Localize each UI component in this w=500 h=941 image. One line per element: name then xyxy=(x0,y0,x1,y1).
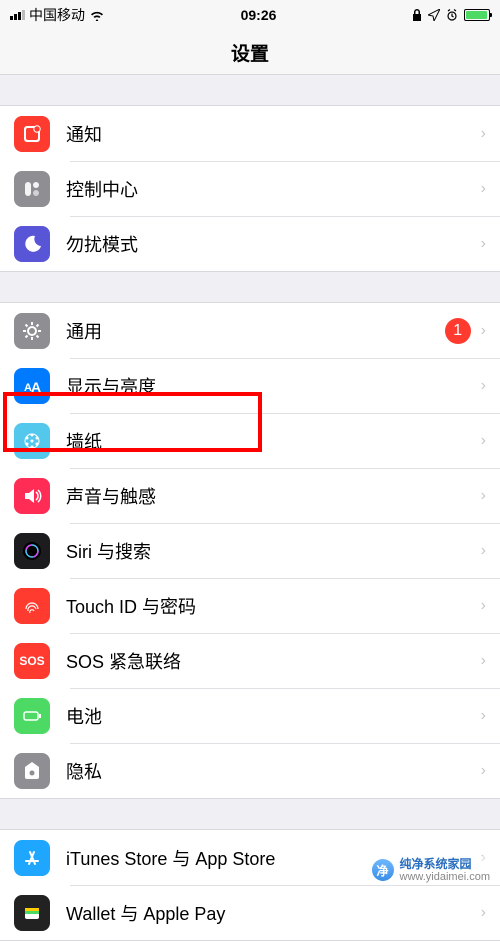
row-wallpaper[interactable]: 墙纸 › xyxy=(0,413,500,468)
privacy-icon xyxy=(14,753,50,789)
settings-group-1: 通知 › 控制中心 › 勿扰模式 › xyxy=(0,105,500,272)
status-time: 09:26 xyxy=(241,7,277,23)
chevron-right-icon: › xyxy=(481,487,486,505)
watermark-title: 纯净系统家园 xyxy=(400,858,490,871)
page-title: 设置 xyxy=(0,30,500,75)
location-icon xyxy=(428,9,440,21)
watermark-url: www.yidaimei.com xyxy=(400,871,490,883)
chevron-right-icon: › xyxy=(481,542,486,560)
battery-icon xyxy=(464,9,490,21)
chevron-right-icon: › xyxy=(481,322,486,340)
row-battery[interactable]: 电池 › xyxy=(0,688,500,743)
appstore-icon xyxy=(14,840,50,876)
row-general[interactable]: 通用 1 › xyxy=(0,303,500,358)
row-label: 隐私 xyxy=(66,758,481,784)
siri-icon xyxy=(14,533,50,569)
row-sos[interactable]: SOS SOS 紧急联络 › xyxy=(0,633,500,688)
touchid-icon xyxy=(14,588,50,624)
chevron-right-icon: › xyxy=(481,762,486,780)
chevron-right-icon: › xyxy=(481,432,486,450)
row-notifications[interactable]: 通知 › xyxy=(0,106,500,161)
row-dnd[interactable]: 勿扰模式 › xyxy=(0,216,500,271)
settings-group-3: iTunes Store 与 App Store › Wallet 与 Appl… xyxy=(0,829,500,941)
row-label: SOS 紧急联络 xyxy=(66,648,481,674)
row-sound[interactable]: 声音与触感 › xyxy=(0,468,500,523)
row-label: Siri 与搜索 xyxy=(66,538,481,564)
row-label: 控制中心 xyxy=(66,176,481,202)
wallet-icon xyxy=(14,895,50,931)
row-privacy[interactable]: 隐私 › xyxy=(0,743,500,798)
watermark: 净 纯净系统家园 www.yidaimei.com xyxy=(368,856,494,885)
row-control-center[interactable]: 控制中心 › xyxy=(0,161,500,216)
chevron-right-icon: › xyxy=(481,125,486,143)
chevron-right-icon: › xyxy=(481,180,486,198)
row-label: Touch ID 与密码 xyxy=(66,593,481,619)
row-label: 勿扰模式 xyxy=(66,231,481,257)
row-label: 通用 xyxy=(66,318,445,344)
display-icon: AA xyxy=(14,368,50,404)
svg-text:A: A xyxy=(31,379,41,395)
carrier-label: 中国移动 xyxy=(29,5,85,25)
chevron-right-icon: › xyxy=(481,235,486,253)
status-right xyxy=(412,9,490,21)
chevron-right-icon: › xyxy=(481,904,486,922)
row-label: 显示与亮度 xyxy=(66,373,481,399)
watermark-logo-icon: 净 xyxy=(372,859,394,881)
signal-icon xyxy=(10,10,25,20)
row-label: Wallet 与 Apple Pay xyxy=(66,900,481,926)
row-siri[interactable]: Siri 与搜索 › xyxy=(0,523,500,578)
general-icon xyxy=(14,313,50,349)
row-label: 电池 xyxy=(66,703,481,729)
row-label: 通知 xyxy=(66,121,481,147)
alarm-icon xyxy=(446,9,458,21)
row-label: 墙纸 xyxy=(66,428,481,454)
wifi-icon xyxy=(89,9,105,21)
notification-badge: 1 xyxy=(445,318,471,344)
chevron-right-icon: › xyxy=(481,707,486,725)
row-display[interactable]: AA 显示与亮度 › xyxy=(0,358,500,413)
lock-icon xyxy=(412,9,422,21)
status-left: 中国移动 xyxy=(10,5,105,25)
dnd-icon xyxy=(14,226,50,262)
wallpaper-icon xyxy=(14,423,50,459)
chevron-right-icon: › xyxy=(481,597,486,615)
settings-group-2: 通用 1 › AA 显示与亮度 › 墙纸 › 声音与触感 › Siri 与搜索 … xyxy=(0,302,500,799)
sound-icon xyxy=(14,478,50,514)
battery-settings-icon xyxy=(14,698,50,734)
chevron-right-icon: › xyxy=(481,377,486,395)
notifications-icon xyxy=(14,116,50,152)
row-touchid[interactable]: Touch ID 与密码 › xyxy=(0,578,500,633)
control-center-icon xyxy=(14,171,50,207)
row-wallet[interactable]: Wallet 与 Apple Pay › xyxy=(0,885,500,940)
sos-icon: SOS xyxy=(14,643,50,679)
row-label: 声音与触感 xyxy=(66,483,481,509)
status-bar: 中国移动 09:26 xyxy=(0,0,500,30)
chevron-right-icon: › xyxy=(481,652,486,670)
